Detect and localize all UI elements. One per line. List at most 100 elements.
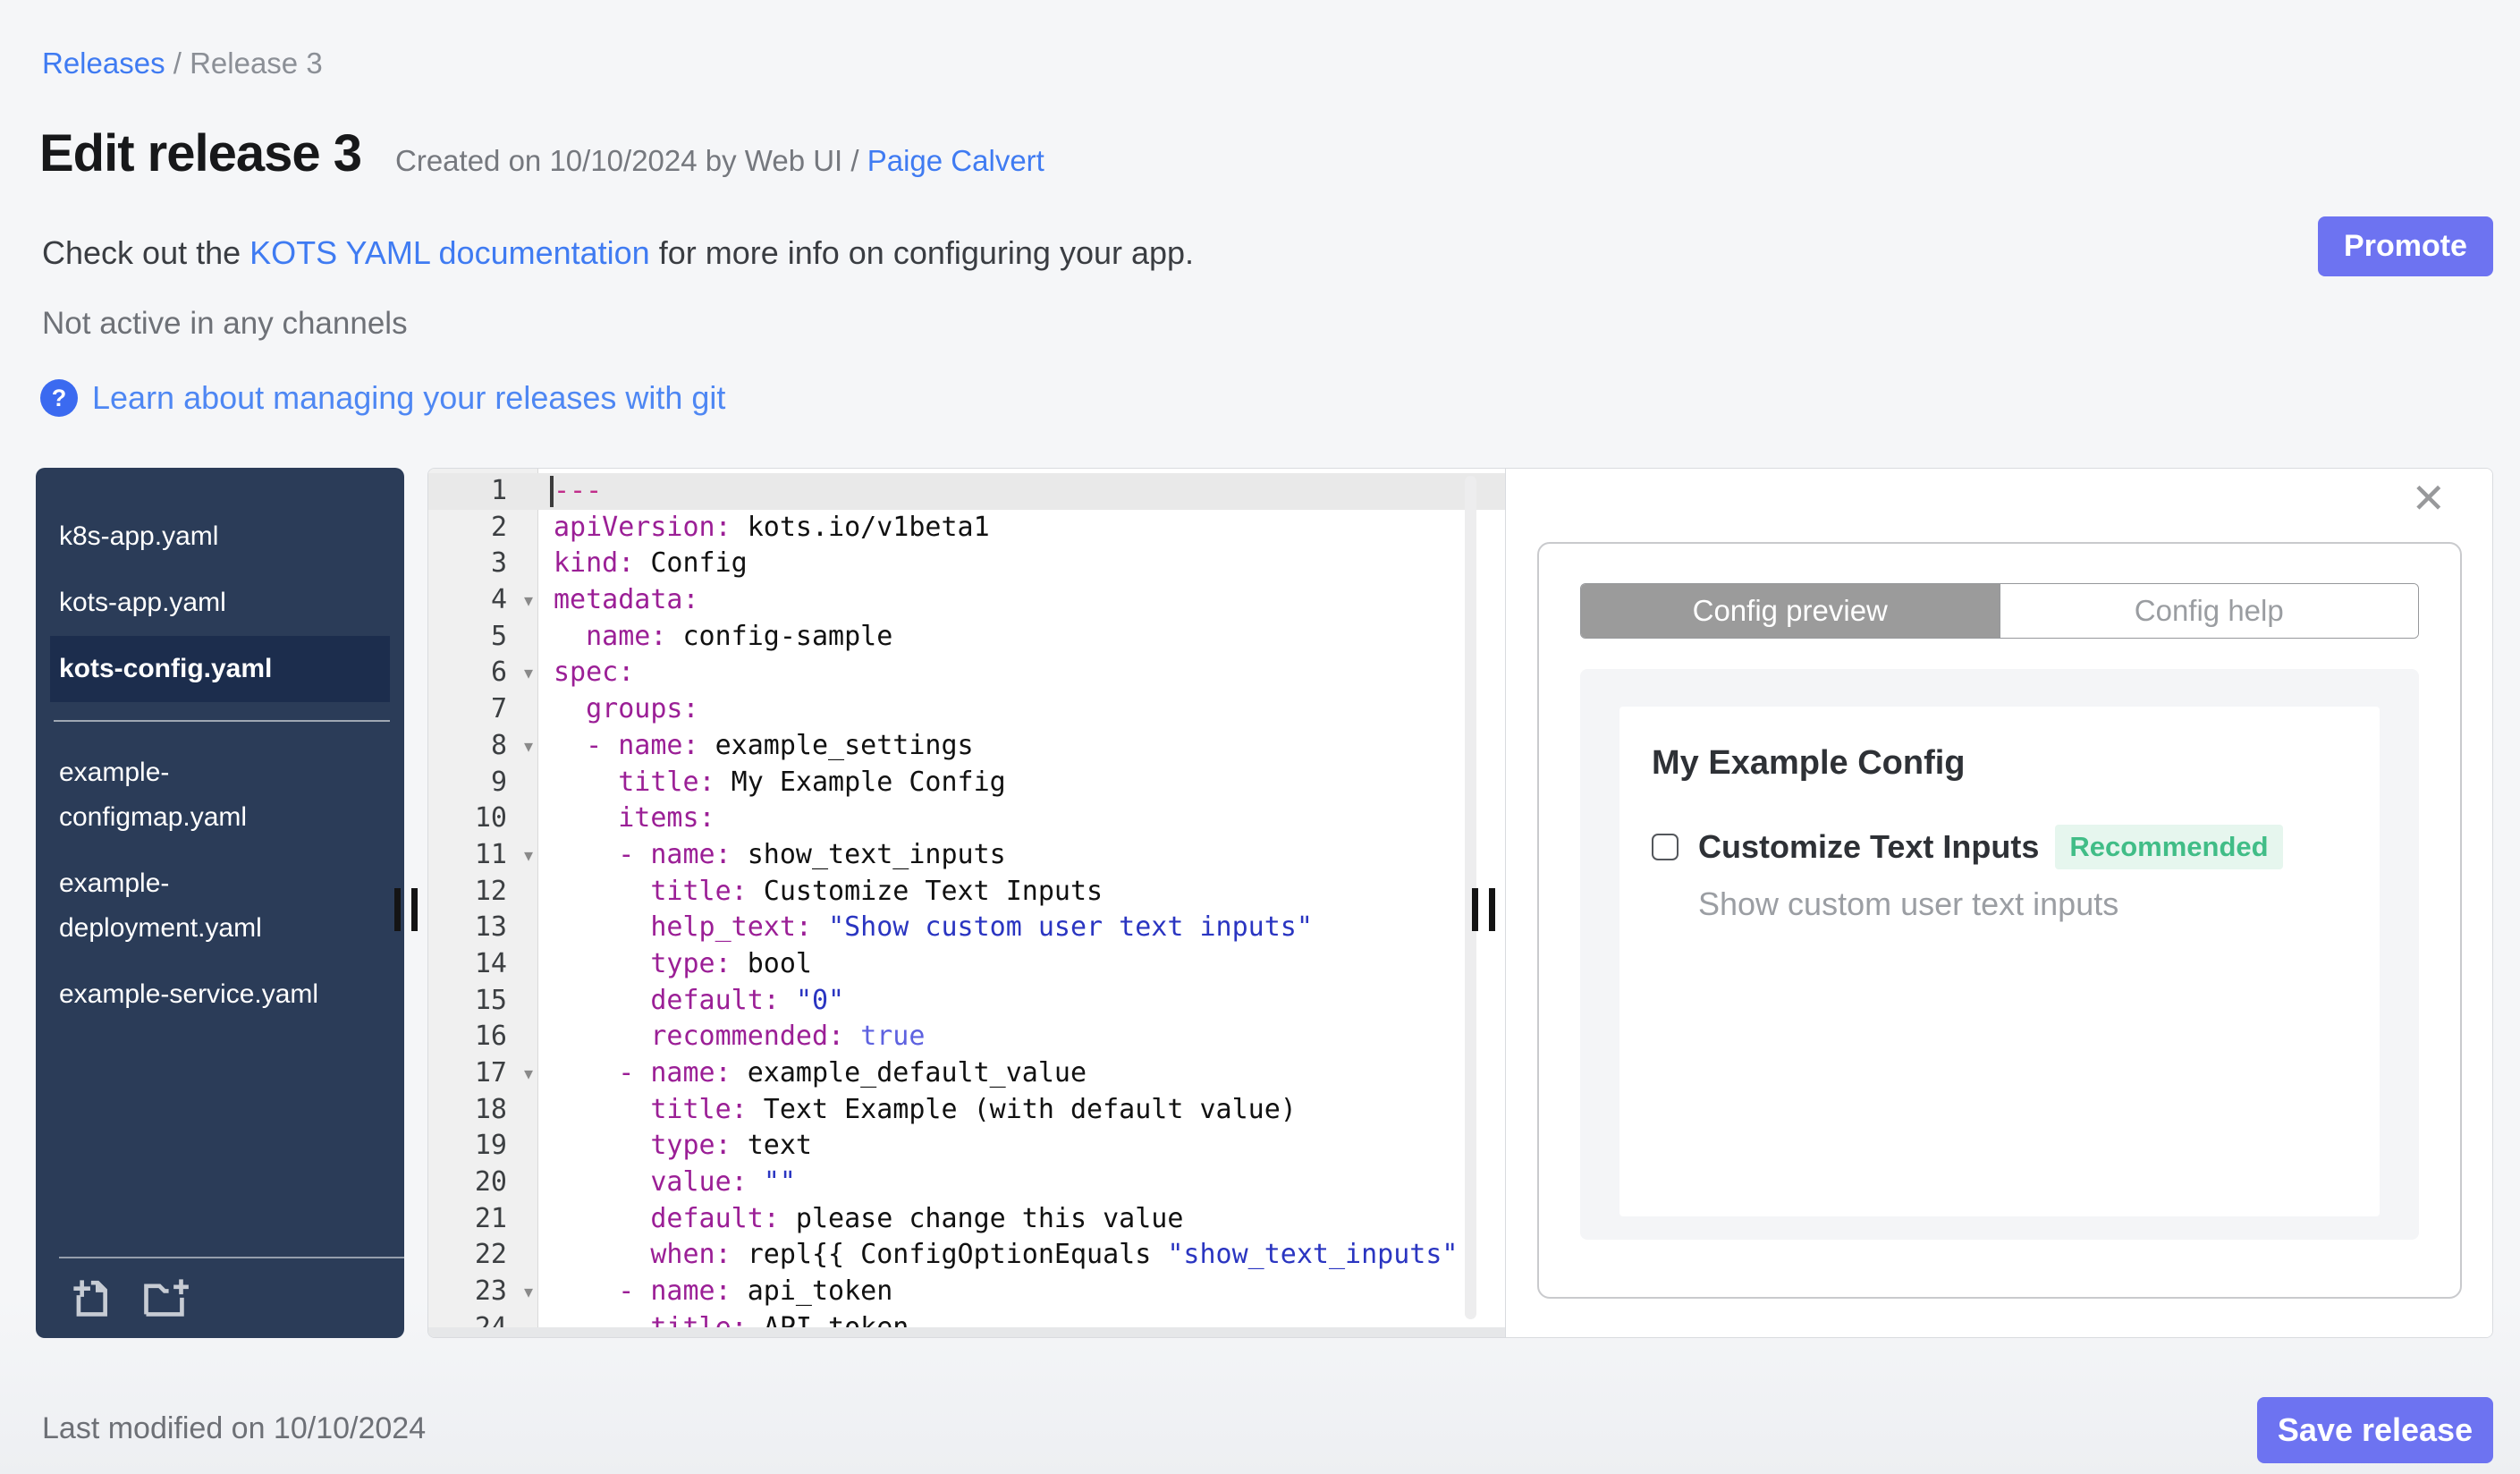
code-line-6[interactable]: 6 ▾ spec: <box>428 655 1505 691</box>
code-line-15[interactable]: 15 default: "0" <box>428 983 1505 1020</box>
code-line-2[interactable]: 2 apiVersion: kots.io/v1beta1 <box>428 510 1505 546</box>
code-line-12[interactable]: 12 title: Customize Text Inputs <box>428 874 1505 911</box>
code-text[interactable]: items: <box>537 801 715 837</box>
line-number: 18 <box>474 1093 507 1125</box>
code-text[interactable]: type: bool <box>537 946 812 983</box>
code-line-4[interactable]: 4 ▾ metadata: <box>428 582 1505 619</box>
code-text[interactable]: value: "" <box>537 1165 796 1201</box>
file-sidebar: k8s-app.yaml kots-app.yaml kots-config.yam… <box>36 468 404 1338</box>
code-line-19[interactable]: 19 type: text <box>428 1128 1505 1165</box>
code-line-9[interactable]: 9 title: My Example Config <box>428 765 1505 801</box>
sidebar-item-example-configmap-yaml[interactable]: example-configmap.yaml <box>36 740 404 851</box>
code-text[interactable]: title: Text Example (with default value) <box>537 1092 1296 1129</box>
code-text[interactable]: - name: show_text_inputs <box>537 837 1005 874</box>
fold-arrow-icon[interactable]: ▾ <box>524 655 533 691</box>
code-text[interactable]: spec: <box>537 655 634 691</box>
code-text[interactable]: default: "0" <box>537 983 844 1020</box>
line-number: 17 ▾ <box>428 1055 537 1092</box>
code-line-13[interactable]: 13 help_text: "Show custom user text inp… <box>428 910 1505 946</box>
code-text[interactable]: title: My Example Config <box>537 765 1005 801</box>
tab-config-help[interactable]: Config help <box>1999 584 2418 638</box>
config-item-row: Customize Text Inputs Recommended <box>1652 825 2283 869</box>
code-line-14[interactable]: 14 type: bool <box>428 946 1505 983</box>
line-number: 21 <box>474 1202 507 1234</box>
code-line-7[interactable]: 7 groups: <box>428 691 1505 728</box>
learn-git-link[interactable]: Learn about managing your releases with … <box>92 379 725 417</box>
sidebar-footer <box>59 1257 404 1324</box>
fold-arrow-icon[interactable]: ▾ <box>524 1055 533 1092</box>
save-release-button[interactable]: Save release <box>2257 1397 2493 1463</box>
created-line: Created on 10/10/2024 by Web UI / Paige … <box>395 144 1044 178</box>
new-folder-button[interactable] <box>138 1273 190 1324</box>
code-line-23[interactable]: 23 ▾ - name: api_token <box>428 1274 1505 1310</box>
code-text[interactable]: title: Customize Text Inputs <box>537 874 1103 911</box>
code-line-16[interactable]: 16 recommended: true <box>428 1019 1505 1055</box>
close-icon[interactable]: ✕ <box>2411 478 2446 519</box>
code-line-21[interactable]: 21 default: please change this value <box>428 1201 1505 1238</box>
code-text[interactable]: --- <box>537 473 602 510</box>
code-text[interactable]: groups: <box>537 691 698 728</box>
editor-resize-handle[interactable] <box>1472 888 1506 936</box>
recommended-badge: Recommended <box>2055 825 2283 869</box>
line-number: 9 <box>490 766 507 798</box>
code-text[interactable]: recommended: true <box>537 1019 925 1055</box>
editor-horizontal-scrollbar[interactable] <box>428 1327 1505 1337</box>
code-text[interactable]: - name: api_token <box>537 1274 892 1310</box>
code-line-11[interactable]: 11 ▾ - name: show_text_inputs <box>428 837 1505 874</box>
line-number: 1 <box>490 475 507 506</box>
code-line-22[interactable]: 22 when: repl{{ ConfigOptionEquals "show… <box>428 1237 1505 1274</box>
code-text[interactable]: apiVersion: kots.io/v1beta1 <box>537 510 990 546</box>
code-line-3[interactable]: 3 kind: Config <box>428 546 1505 582</box>
config-tabs: Config preview Config help <box>1580 583 2419 639</box>
sidebar-item-kots-app-yaml[interactable]: kots-app.yaml <box>36 570 404 636</box>
fold-arrow-icon[interactable]: ▾ <box>524 1274 533 1310</box>
code-text[interactable]: default: please change this value <box>537 1201 1183 1238</box>
line-number: 12 <box>474 875 507 907</box>
code-text[interactable]: - name: example_settings <box>537 728 973 765</box>
author-link[interactable]: Paige Calvert <box>867 144 1044 177</box>
sidebar-item-example-service-yaml[interactable]: example-service.yaml <box>36 961 404 1028</box>
line-number: 15 <box>474 984 507 1016</box>
code-line-18[interactable]: 18 title: Text Example (with default val… <box>428 1092 1505 1129</box>
code-line-17[interactable]: 17 ▾ - name: example_default_value <box>428 1055 1505 1092</box>
sidebar-item-kots-config-yaml[interactable]: kots-config.yaml <box>50 636 390 702</box>
kots-docs-link[interactable]: KOTS YAML documentation <box>249 234 650 271</box>
config-item-label: Customize Text Inputs <box>1698 828 2040 865</box>
line-number: 14 <box>474 947 507 979</box>
code-line-8[interactable]: 8 ▾ - name: example_settings <box>428 728 1505 765</box>
customize-text-inputs-checkbox[interactable] <box>1652 834 1679 860</box>
code-line-5[interactable]: 5 name: config-sample <box>428 619 1505 656</box>
fold-arrow-icon[interactable]: ▾ <box>524 837 533 874</box>
code-line-20[interactable]: 20 value: "" <box>428 1165 1505 1201</box>
code-text[interactable]: metadata: <box>537 582 699 619</box>
config-group-title: My Example Config <box>1652 744 1966 782</box>
yaml-editor[interactable]: 1 --- 2 apiVersion: kots.io/v1beta1 3 kind: C… <box>428 469 1505 1337</box>
tab-config-preview[interactable]: Config preview <box>1581 584 2000 638</box>
breadcrumb: Releases / Release 3 <box>42 47 323 80</box>
code-line-1[interactable]: 1 --- <box>428 473 1505 510</box>
config-preview-panel: ✕ Config preview Config help My Example … <box>1505 469 2492 1337</box>
fold-arrow-icon[interactable]: ▾ <box>524 582 533 619</box>
code-text[interactable]: help_text: "Show custom user text inputs… <box>537 910 1313 946</box>
code-text[interactable]: name: config-sample <box>537 619 892 656</box>
sidebar-item-example-deployment-yaml[interactable]: example-deployment.yaml <box>36 851 404 961</box>
fold-arrow-icon[interactable]: ▾ <box>524 728 533 765</box>
file-list-divider <box>54 720 390 722</box>
learn-git-row[interactable]: ? Learn about managing your releases wit… <box>40 379 725 417</box>
code-text[interactable]: kind: Config <box>537 546 748 582</box>
new-file-button[interactable] <box>66 1273 113 1324</box>
question-mark-icon[interactable]: ? <box>40 379 78 417</box>
code-text[interactable]: type: text <box>537 1128 812 1165</box>
sidebar-item-k8s-app-yaml[interactable]: k8s-app.yaml <box>36 504 404 570</box>
line-number: 4 ▾ <box>428 582 537 619</box>
line-number: 3 <box>490 547 507 580</box>
line-number: 19 <box>474 1130 507 1162</box>
code-text[interactable]: when: repl{{ ConfigOptionEquals "show_te… <box>537 1237 1458 1274</box>
page-title: Edit release 3 <box>39 124 362 182</box>
code-text[interactable]: - name: example_default_value <box>537 1055 1087 1092</box>
config-group-card: My Example Config Customize Text Inputs … <box>1619 707 2380 1216</box>
promote-button[interactable]: Promote <box>2318 216 2493 276</box>
sidebar-resize-handle[interactable] <box>394 888 428 936</box>
code-line-10[interactable]: 10 items: <box>428 801 1505 837</box>
breadcrumb-releases-link[interactable]: Releases <box>42 47 165 80</box>
